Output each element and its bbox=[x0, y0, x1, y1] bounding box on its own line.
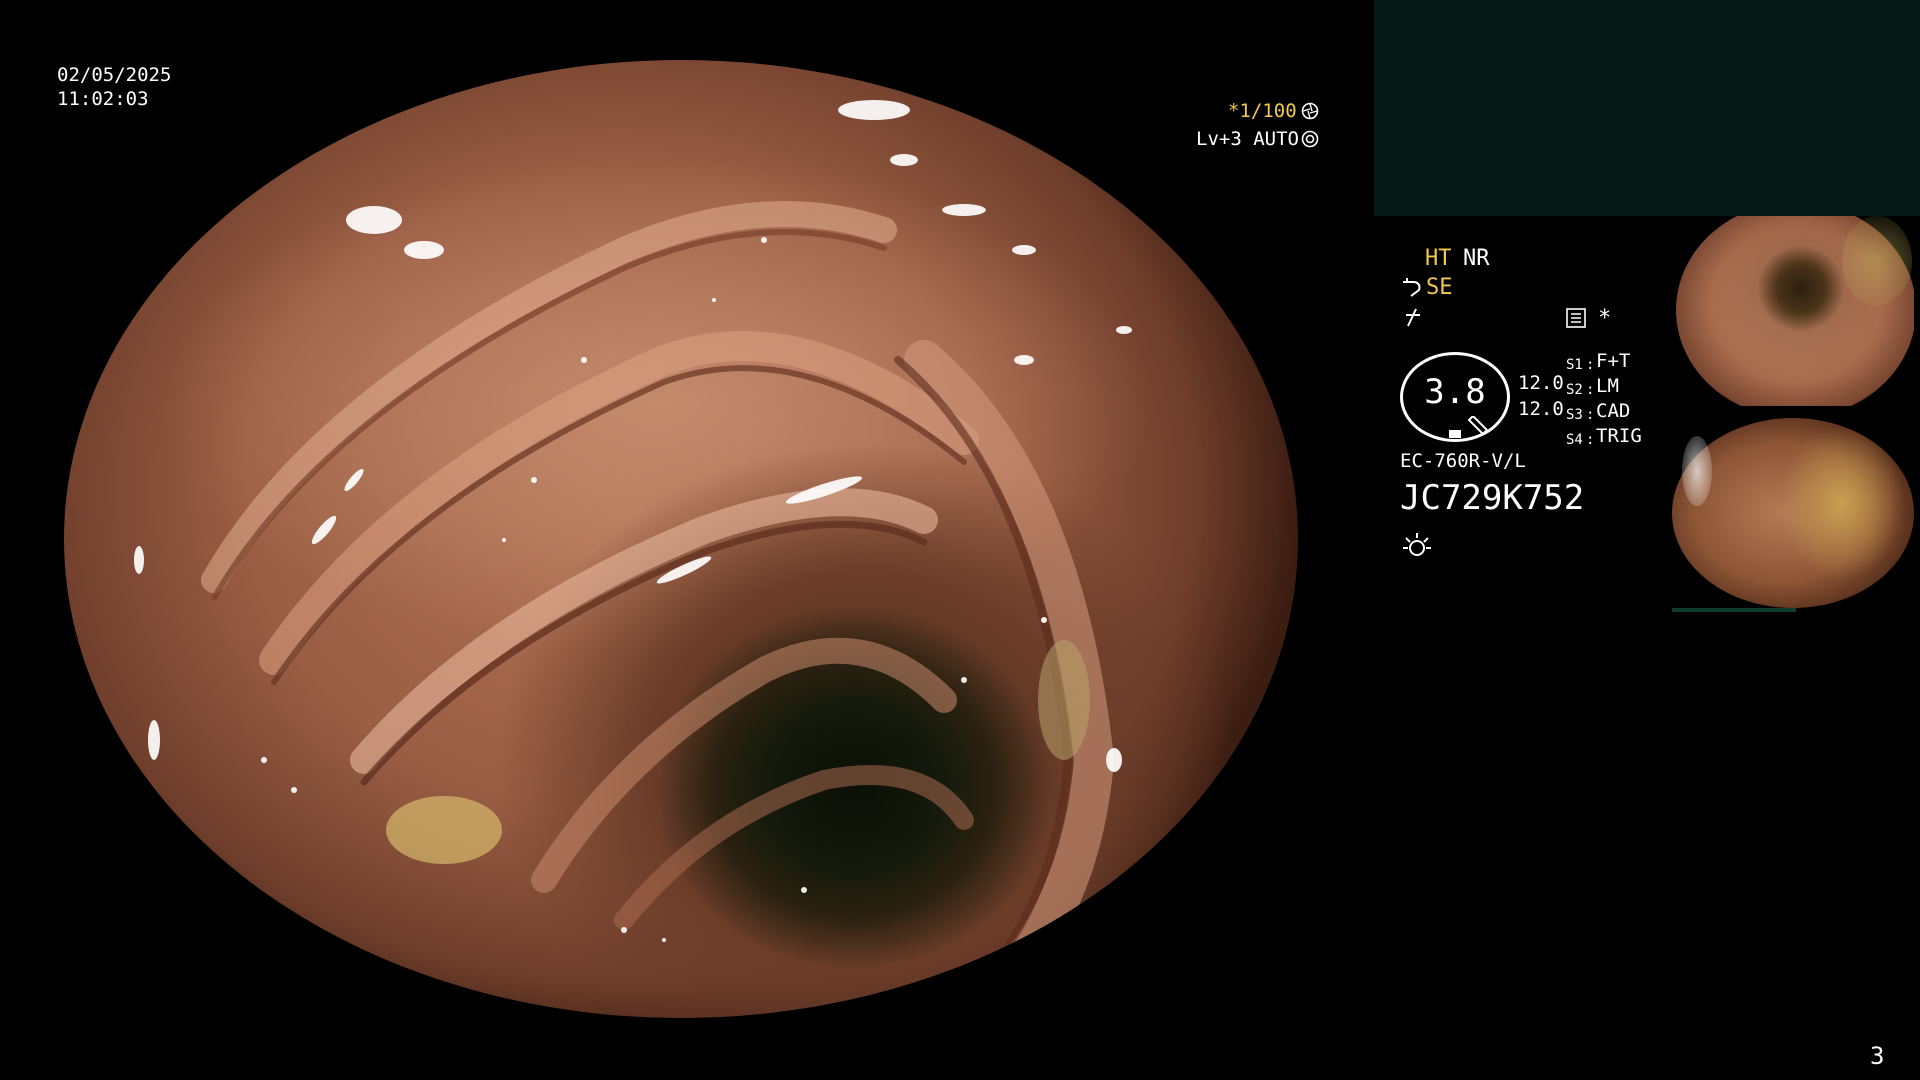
slider-icon bbox=[1467, 416, 1489, 436]
page-number: 3 bbox=[1870, 1042, 1885, 1070]
switch-id: S1 bbox=[1566, 357, 1583, 373]
lightning-icon bbox=[1406, 308, 1420, 327]
level-auto: Lv+3 AUTO bbox=[1196, 128, 1299, 150]
scope-model: EC-760R-V/L bbox=[1400, 450, 1526, 472]
sun-icon bbox=[1403, 533, 1431, 556]
thumbnail-debris bbox=[1842, 216, 1912, 306]
thumbnail-2[interactable] bbox=[1672, 416, 1914, 608]
switch-id: S4 bbox=[1566, 432, 1583, 448]
pointer-hand-icon bbox=[1403, 278, 1421, 297]
info-panel-header bbox=[1374, 0, 1920, 216]
mucosa-folds bbox=[134, 100, 1132, 980]
gain-top: 12.0 bbox=[1518, 372, 1564, 394]
settings-card-icon bbox=[1566, 308, 1586, 328]
time-label: 11:02:03 bbox=[57, 88, 149, 110]
thumbnail-glare bbox=[1682, 436, 1712, 506]
shutter-speed: *1/100 bbox=[1228, 100, 1297, 122]
asterisk-mark: * bbox=[1598, 306, 1612, 331]
iris-icon bbox=[1301, 130, 1319, 148]
nr-mode: NR bbox=[1463, 246, 1490, 271]
thumbnail-underline bbox=[1672, 608, 1796, 612]
gauge-marker bbox=[1449, 430, 1461, 438]
scope-serial: JC729K752 bbox=[1400, 478, 1585, 518]
date-label: 02/05/2025 bbox=[57, 64, 172, 86]
gain-bottom: 12.0 bbox=[1518, 398, 1564, 420]
endoscope-view bbox=[64, 60, 1298, 1018]
ht-mode: HT bbox=[1425, 246, 1452, 271]
switch-id: S3 bbox=[1566, 407, 1583, 423]
switch-value: CAD bbox=[1596, 400, 1631, 422]
thumbnail-1[interactable] bbox=[1672, 216, 1914, 406]
se-mode: SE bbox=[1426, 275, 1453, 300]
aperture-icon bbox=[1301, 102, 1319, 120]
switch-id: S2 bbox=[1566, 382, 1583, 398]
switch-value: F+T bbox=[1596, 350, 1631, 372]
brightness-value: 3.8 bbox=[1424, 372, 1486, 412]
switch-value: LM bbox=[1596, 375, 1619, 397]
switch-value: TRIG bbox=[1596, 425, 1642, 447]
thumbnail-image bbox=[1672, 418, 1914, 608]
